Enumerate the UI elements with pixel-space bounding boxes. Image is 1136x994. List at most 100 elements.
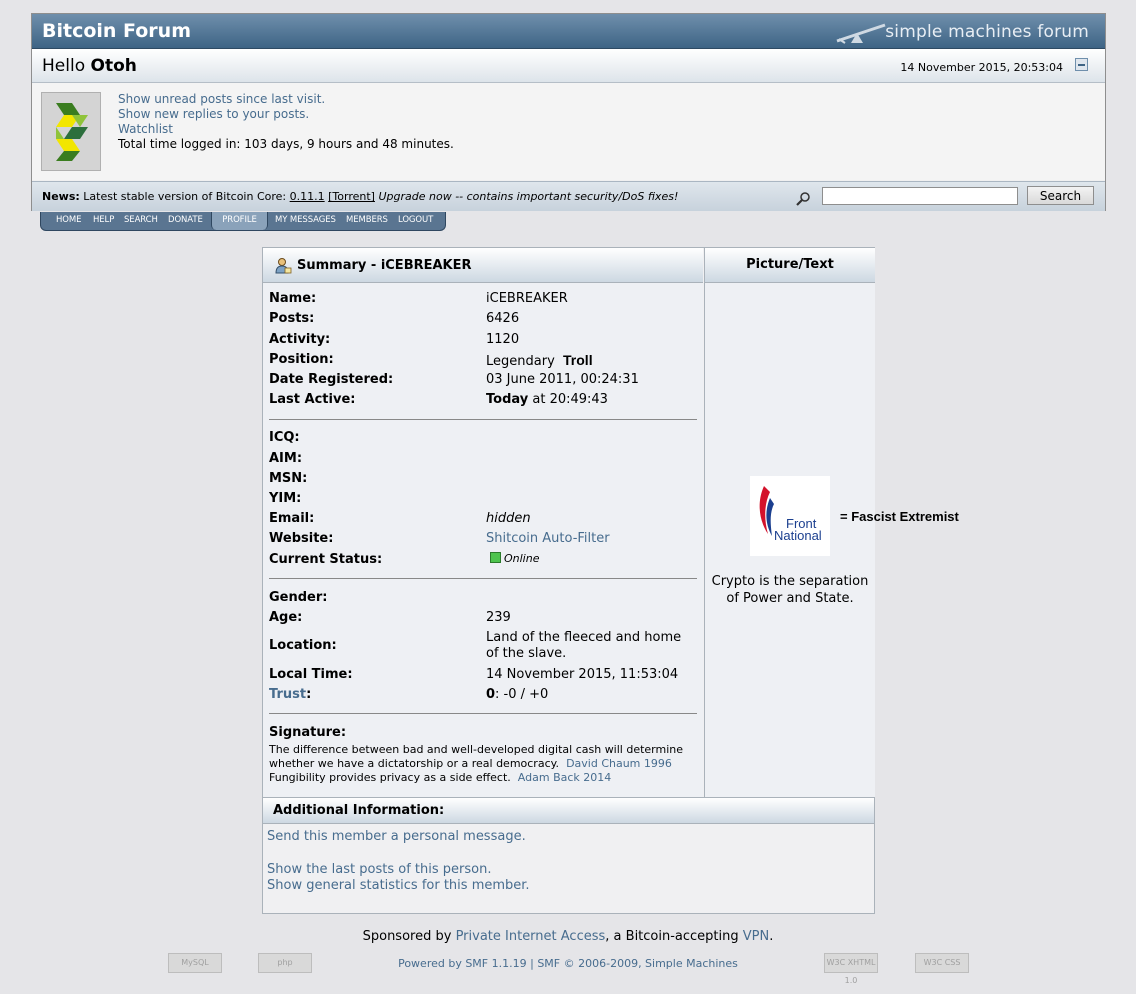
trust-label: Trust: — [269, 687, 311, 702]
signature-line2: whether we have a dictatorship or a real… — [269, 757, 697, 771]
divider — [269, 713, 697, 714]
additional-info-header: Additional Information: — [263, 797, 874, 824]
send-pm-link[interactable]: Send this member a personal message. — [267, 829, 530, 845]
signature-chaum-link[interactable]: David Chaum 1996 — [566, 757, 672, 770]
trust-value: 0: -0 / +0 — [486, 687, 548, 702]
user-panel: Show unread posts since last visit. Show… — [32, 83, 1105, 180]
logo-national: National — [774, 528, 822, 543]
sponsor-middle: , a Bitcoin-accepting — [605, 929, 739, 944]
email-label: Email: — [269, 511, 315, 526]
age-label: Age: — [269, 610, 303, 625]
torrent-link[interactable]: [Torrent] — [328, 190, 375, 203]
activity-value: 1120 — [486, 332, 520, 347]
sponsor-pia-link[interactable]: Private Internet Access — [456, 929, 606, 944]
last-posts-link[interactable]: Show the last posts of this person. — [267, 862, 530, 878]
local-time-label: Local Time: — [269, 667, 353, 682]
search-icon — [796, 192, 810, 206]
forum-header: Bitcoin Forum simple machines forum Hell… — [31, 13, 1106, 211]
registered-label: Date Registered: — [269, 372, 394, 387]
signature-label: Signature: — [269, 725, 347, 740]
collapse-icon[interactable] — [1075, 58, 1088, 71]
new-replies-link[interactable]: Show new replies to your posts. — [118, 107, 454, 122]
trust-link[interactable]: Trust — [269, 687, 306, 702]
summary-header: Summary - iCEBREAKER — [263, 248, 703, 283]
signature-back-link[interactable]: Adam Back 2014 — [518, 771, 611, 784]
website-link[interactable]: Shitcoin Auto-Filter — [486, 531, 610, 546]
divider — [269, 419, 697, 420]
profile-panel: Summary - iCEBREAKER Picture/Text Name: … — [262, 247, 959, 914]
news: News: Latest stable version of Bitcoin C… — [42, 190, 678, 203]
personal-text: Crypto is the separation of Power and St… — [705, 573, 875, 607]
location-label: Location: — [269, 638, 337, 653]
mysql-badge[interactable]: MySQL — [168, 953, 222, 973]
w3c-css-badge[interactable]: W3C CSS — [915, 953, 969, 973]
time-logged-in: Total time logged in: 103 days, 9 hours … — [118, 137, 454, 151]
trust-score: 0 — [486, 687, 496, 702]
search-button[interactable]: Search — [1027, 186, 1094, 205]
location-line2: of the slave. — [486, 646, 567, 661]
unread-posts-link[interactable]: Show unread posts since last visit. — [118, 92, 454, 107]
news-label: News: — [42, 190, 80, 203]
greeting: Hello Otoh — [42, 56, 137, 76]
greeting-bar: Hello Otoh 14 November 2015, 20:53:04 — [32, 49, 1105, 83]
age-value: 239 — [486, 610, 511, 625]
email-value: hidden — [486, 511, 531, 526]
sponsor-vpn-link[interactable]: VPN — [743, 929, 769, 944]
activity-label: Activity: — [269, 332, 331, 347]
w3c-xhtml-badge[interactable]: W3C XHTML 1.0 — [824, 953, 878, 985]
menu-help[interactable]: HELP — [93, 212, 114, 230]
news-bar: News: Latest stable version of Bitcoin C… — [32, 181, 1105, 211]
menu-my-messages[interactable]: MY MESSAGES — [275, 212, 336, 230]
menu-logout[interactable]: LOGOUT — [398, 212, 433, 230]
smf-logo-text: simple machines forum — [885, 22, 1089, 42]
gender-label: Gender: — [269, 590, 328, 605]
stats-link[interactable]: Show general statistics for this member. — [267, 878, 530, 894]
sponsor-before: Sponsored by — [362, 929, 452, 944]
front-national-logo: Front National — [750, 476, 830, 556]
smf-logo-icon — [836, 23, 886, 44]
user-links: Show unread posts since last visit. Show… — [118, 92, 454, 152]
summary-body: Name: iCEBREAKER Posts: 6426 Activity: 1… — [263, 283, 703, 797]
position-value: Legendary Troll — [486, 352, 593, 369]
current-datetime: 14 November 2015, 20:53:04 — [900, 61, 1063, 74]
php-badge[interactable]: php — [258, 953, 312, 973]
registered-value: 03 June 2011, 00:24:31 — [486, 372, 639, 387]
website-label: Website: — [269, 531, 334, 546]
msn-label: MSN: — [269, 471, 308, 486]
trust-colon: : — [306, 687, 312, 702]
news-text-after: Upgrade now -- contains important securi… — [378, 190, 679, 203]
menu-search[interactable]: SEARCH — [124, 212, 158, 230]
name-value: iCEBREAKER — [486, 291, 568, 306]
signature-line2-text: whether we have a dictatorship or a real… — [269, 757, 560, 770]
name-label: Name: — [269, 291, 317, 306]
menu-profile[interactable]: PROFILE — [211, 212, 268, 230]
position-label: Position: — [269, 352, 334, 367]
icq-label: ICQ: — [269, 430, 300, 445]
menu-members[interactable]: MEMBERS — [346, 212, 388, 230]
title-bar: Bitcoin Forum simple machines forum — [32, 14, 1105, 49]
status-text: Online — [504, 552, 540, 565]
main-menu: HOME HELP SEARCH DONATE PROFILE MY MESSA… — [40, 212, 446, 231]
fascist-extremist-text: = Fascist Extremist — [840, 509, 959, 524]
username: Otoh — [90, 56, 137, 76]
last-active-time: at 20:49:43 — [532, 392, 608, 407]
location-line1: Land of the fleeced and home — [486, 630, 682, 645]
menu-home[interactable]: HOME — [56, 212, 81, 230]
sponsor-line: Sponsored by Private Internet Access, a … — [0, 929, 1136, 944]
summary-title: Summary - iCEBREAKER — [297, 258, 472, 273]
forum-title[interactable]: Bitcoin Forum — [42, 20, 191, 42]
version-link[interactable]: 0.11.1 — [290, 190, 325, 203]
status-value: Online — [490, 552, 539, 565]
menu-donate[interactable]: DONATE — [168, 212, 203, 230]
personal-text-line2: of Power and State. — [726, 591, 854, 606]
last-active-value: Today at 20:49:43 — [486, 392, 608, 407]
local-time-value: 14 November 2015, 11:53:04 — [486, 667, 679, 682]
watchlist-link[interactable]: Watchlist — [118, 122, 454, 137]
signature-line3-text: Fungibility provides privacy as a side e… — [269, 771, 511, 784]
yim-label: YIM: — [269, 491, 302, 506]
aim-label: AIM: — [269, 451, 303, 466]
search-input[interactable] — [822, 187, 1018, 205]
signature-line1: The difference between bad and well-deve… — [269, 743, 684, 756]
signature-text: The difference between bad and well-deve… — [269, 743, 697, 785]
picture-text-body: Front National = Fascist Extremist Crypt… — [704, 283, 959, 797]
